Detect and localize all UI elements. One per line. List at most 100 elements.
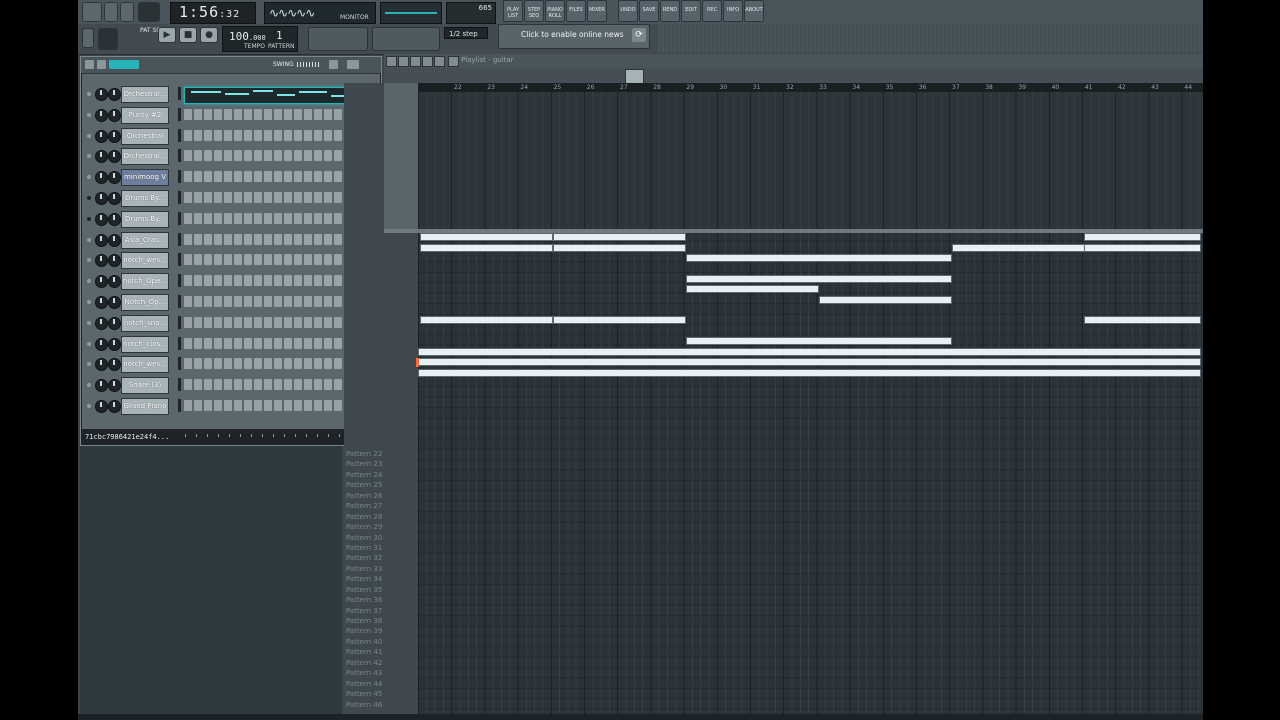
step-button[interactable] (284, 254, 292, 266)
stop-icon[interactable]: ■ (179, 27, 197, 43)
step-button[interactable] (304, 108, 312, 120)
pan-knob[interactable] (95, 379, 108, 393)
volume-knob[interactable] (108, 108, 121, 122)
step-button[interactable] (254, 254, 262, 266)
step-button[interactable] (224, 358, 232, 370)
step-button[interactable] (214, 275, 222, 287)
channel-mute-led[interactable] (87, 362, 91, 367)
pan-knob[interactable] (95, 233, 108, 247)
step-button[interactable] (264, 275, 272, 287)
step-button[interactable] (254, 316, 262, 328)
volume-knob[interactable] (108, 275, 121, 289)
step-button[interactable] (204, 108, 212, 120)
channel-select[interactable] (178, 232, 181, 246)
step-button[interactable] (244, 316, 252, 328)
pan-knob[interactable] (95, 108, 108, 122)
step-button[interactable] (224, 233, 232, 245)
playhead-marker[interactable] (416, 358, 419, 367)
channel-mute-led[interactable] (87, 175, 91, 180)
step-button[interactable] (334, 358, 342, 370)
channel-name-button[interactable]: notch_wes... (121, 252, 169, 270)
step-button[interactable] (214, 337, 222, 349)
step-button[interactable] (304, 233, 312, 245)
channel-mute-led[interactable] (87, 112, 91, 117)
graph-editor-icon[interactable] (329, 60, 338, 69)
step-button[interactable] (274, 400, 282, 411)
channel-row[interactable]: Snare (3) (81, 375, 381, 395)
channel-mute-led[interactable] (87, 279, 91, 284)
channel-mute-led[interactable] (87, 258, 91, 263)
channel-row[interactable]: Asia_Cras... (81, 230, 381, 250)
step-button[interactable] (214, 254, 222, 266)
pan-knob[interactable] (95, 171, 108, 185)
channel-row[interactable]: Purity #2 (81, 105, 381, 125)
channel-name-button[interactable]: Asia_Cras... (121, 231, 169, 249)
step-button[interactable] (274, 275, 282, 287)
step-button[interactable] (244, 108, 252, 120)
step-button[interactable] (274, 358, 282, 370)
playlist-close-icon[interactable] (448, 56, 459, 67)
pattern-list-item[interactable]: Pattern 34 (344, 574, 418, 584)
step-button[interactable] (324, 129, 332, 141)
channel-row[interactable]: notch_sna... (81, 313, 381, 333)
channel-mute-led[interactable] (87, 320, 91, 325)
step-button[interactable] (274, 108, 282, 120)
pattern-list-item[interactable]: Pattern 42 (344, 658, 418, 668)
pattern-clip[interactable] (553, 233, 686, 241)
step-button[interactable] (184, 212, 192, 224)
step-button[interactable] (264, 358, 272, 370)
channel-name-button[interactable]: Snare (3) (121, 377, 169, 395)
step-button[interactable] (234, 254, 242, 266)
channel-name-button[interactable]: Drums By... (121, 190, 169, 207)
pattern-list-item[interactable]: Pattern 31 (344, 543, 418, 553)
step-button[interactable] (204, 192, 212, 203)
step-button[interactable] (244, 400, 252, 411)
step-button[interactable] (264, 379, 272, 391)
toolbar-button[interactable]: PIANO ROLL (545, 0, 565, 22)
step-button[interactable] (214, 233, 222, 245)
step-button[interactable] (324, 171, 332, 183)
toolbar-button[interactable]: STEP SEQ (524, 0, 544, 22)
step-button[interactable] (304, 296, 312, 307)
toolbar-button[interactable]: REND (660, 0, 680, 22)
step-button[interactable] (284, 379, 292, 391)
step-button[interactable] (264, 296, 272, 307)
pan-knob[interactable] (95, 316, 108, 330)
step-button[interactable] (244, 337, 252, 349)
step-button[interactable] (284, 316, 292, 328)
step-button[interactable] (284, 296, 292, 307)
pattern-number[interactable]: 1 (276, 29, 283, 42)
channel-select[interactable] (178, 378, 181, 392)
step-button[interactable] (284, 400, 292, 411)
step-button[interactable] (234, 212, 242, 224)
step-button[interactable] (324, 275, 332, 287)
step-button[interactable] (224, 171, 232, 183)
step-button[interactable] (244, 233, 252, 245)
channel-row[interactable]: Orchestral... (81, 84, 381, 104)
step-button[interactable] (184, 192, 192, 203)
step-button[interactable] (184, 150, 192, 162)
step-button[interactable] (314, 316, 322, 328)
step-button[interactable] (314, 254, 322, 266)
step-button[interactable] (194, 275, 202, 287)
pattern-list-item[interactable]: Pattern 36 (344, 595, 418, 605)
toolbar-button[interactable]: SAVE (639, 0, 659, 22)
step-button[interactable] (234, 358, 242, 370)
step-button[interactable] (234, 296, 242, 307)
channel-name-button[interactable]: Drums By... (121, 210, 169, 228)
volume-knob[interactable] (108, 233, 121, 247)
step-button[interactable] (194, 337, 202, 349)
step-button[interactable] (334, 129, 342, 141)
toolbar-button[interactable]: EDIT (681, 0, 701, 22)
step-button[interactable] (184, 275, 192, 287)
toolbar-button[interactable]: PLAY LIST (503, 0, 523, 22)
step-button[interactable] (224, 379, 232, 391)
volume-slider[interactable] (120, 2, 134, 22)
step-button[interactable] (234, 129, 242, 141)
step-button[interactable] (204, 400, 212, 411)
step-button[interactable] (314, 171, 322, 183)
channel-mute-led[interactable] (87, 300, 91, 304)
step-button[interactable] (184, 129, 192, 141)
channel-select[interactable] (178, 191, 181, 204)
step-button[interactable] (204, 171, 212, 183)
